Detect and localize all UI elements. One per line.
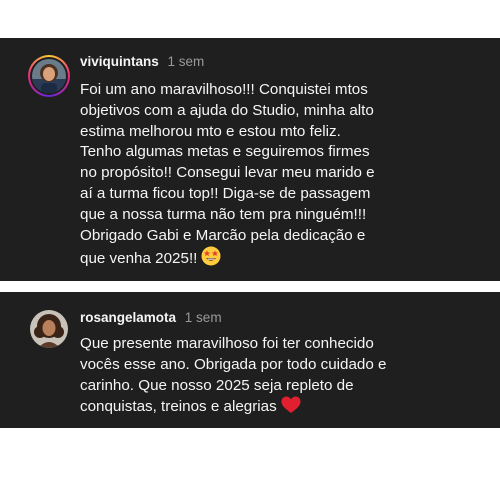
username[interactable]: rosangelamota xyxy=(80,310,176,325)
timestamp: 1 sem xyxy=(167,54,205,69)
star-struck-emoji xyxy=(201,246,221,266)
comment-text: Que presente maravilhoso foi ter conheci… xyxy=(80,335,387,416)
avatar[interactable] xyxy=(32,59,66,93)
avatar[interactable] xyxy=(30,310,68,348)
comment-body: Foi um ano maravilhoso!!! Conquistei mto… xyxy=(80,80,490,270)
comment-card: viviquintans 1 sem Foi um ano maravilhos… xyxy=(0,38,500,281)
comment-body: Que presente maravilhoso foi ter conheci… xyxy=(80,334,490,418)
red-heart-emoji xyxy=(281,396,301,414)
comment-card: rosangelamota 1 sem Que presente maravil… xyxy=(0,292,500,428)
story-ring[interactable] xyxy=(28,55,70,97)
comment-header: rosangelamota 1 sem xyxy=(80,310,222,326)
timestamp: 1 sem xyxy=(184,310,222,325)
username[interactable]: viviquintans xyxy=(80,54,159,69)
user-photo-icon xyxy=(30,310,68,348)
comment-text: Foi um ano maravilhoso!!! Conquistei mto… xyxy=(80,81,375,268)
comment-header: viviquintans 1 sem xyxy=(80,54,204,70)
user-photo-icon xyxy=(32,59,66,93)
